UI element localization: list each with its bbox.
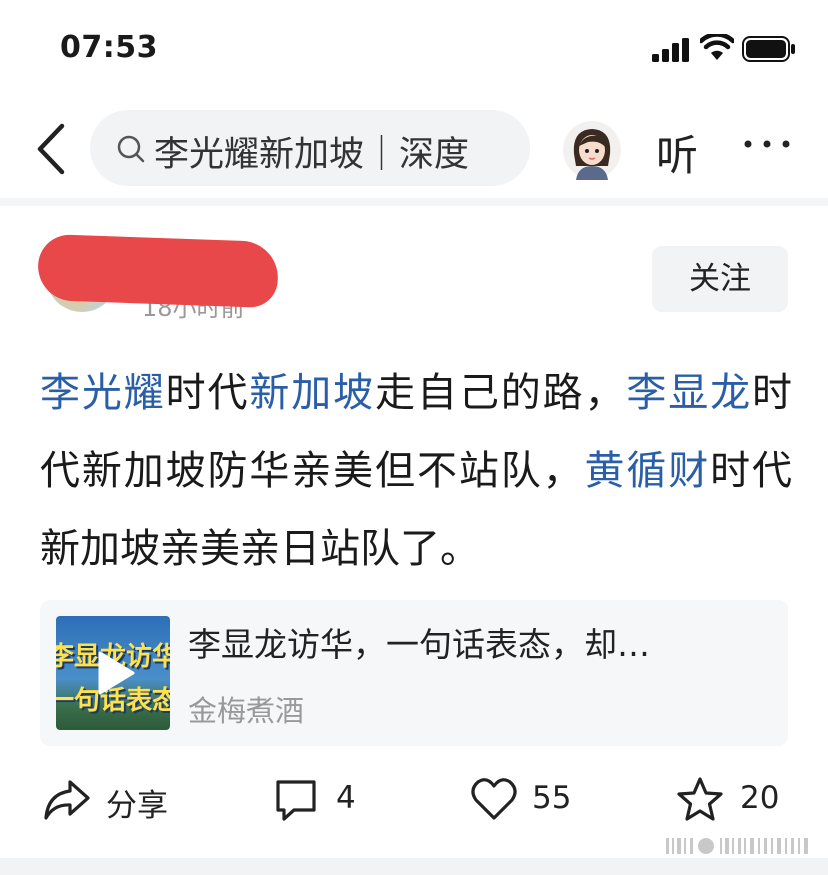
comment-icon	[276, 780, 316, 821]
card-thumbnail: 李显龙访华 一句话表态	[56, 616, 170, 730]
follow-button[interactable]: 关注	[652, 246, 788, 312]
redaction-mark	[36, 233, 280, 309]
barcode-watermark	[666, 838, 808, 854]
topic-link-singapore[interactable]: 新加坡	[249, 370, 375, 416]
assistant-avatar-icon[interactable]	[562, 120, 622, 180]
share-label: 分享	[106, 788, 168, 824]
share-icon	[44, 780, 90, 820]
heart-icon	[471, 778, 517, 820]
divider	[0, 198, 828, 206]
back-icon[interactable]	[34, 122, 68, 176]
bottom-divider	[0, 858, 828, 875]
wifi-icon	[700, 34, 734, 60]
post-text: 李光耀时代新加坡走自己的路，李显龙时代新加坡防华亲美但不站队，黄循财时代新加坡亲…	[40, 354, 792, 588]
star-icon	[677, 777, 723, 821]
comment-count: 4	[336, 780, 356, 816]
play-icon	[98, 651, 135, 695]
action-bar: 分享 4 55 20	[0, 770, 828, 830]
search-icon	[117, 135, 145, 163]
signal-icon	[652, 38, 689, 62]
favorite-count: 20	[740, 780, 780, 816]
post-text-segment: 时代	[165, 370, 250, 416]
search-text: 李光耀新加坡｜深度	[154, 135, 470, 175]
listen-button[interactable]: 听	[656, 122, 698, 183]
post-text-segment: 走自己的路，	[375, 370, 627, 416]
card-source: 金梅煮酒	[188, 694, 305, 728]
topic-link-lee-kuan-yew[interactable]: 李光耀	[40, 370, 166, 416]
more-icon[interactable]	[744, 138, 792, 150]
nav-bar: 李光耀新加坡｜深度 听	[0, 100, 828, 198]
topic-link-lawrence-wong[interactable]: 黄循财	[584, 448, 710, 494]
linked-article-card[interactable]: 李显龙访华 一句话表态 李显龙访华，一句话表态，却… 金梅煮酒	[40, 600, 788, 746]
card-title: 李显龙访华，一句话表态，却…	[188, 625, 650, 664]
status-bar: 07:53	[0, 0, 828, 100]
battery-icon	[742, 36, 795, 62]
like-count: 55	[532, 780, 572, 816]
search-input[interactable]: 李光耀新加坡｜深度	[90, 110, 530, 186]
topic-link-lee-hsien-loong[interactable]: 李显龙	[626, 370, 752, 416]
status-time: 07:53	[60, 30, 158, 65]
